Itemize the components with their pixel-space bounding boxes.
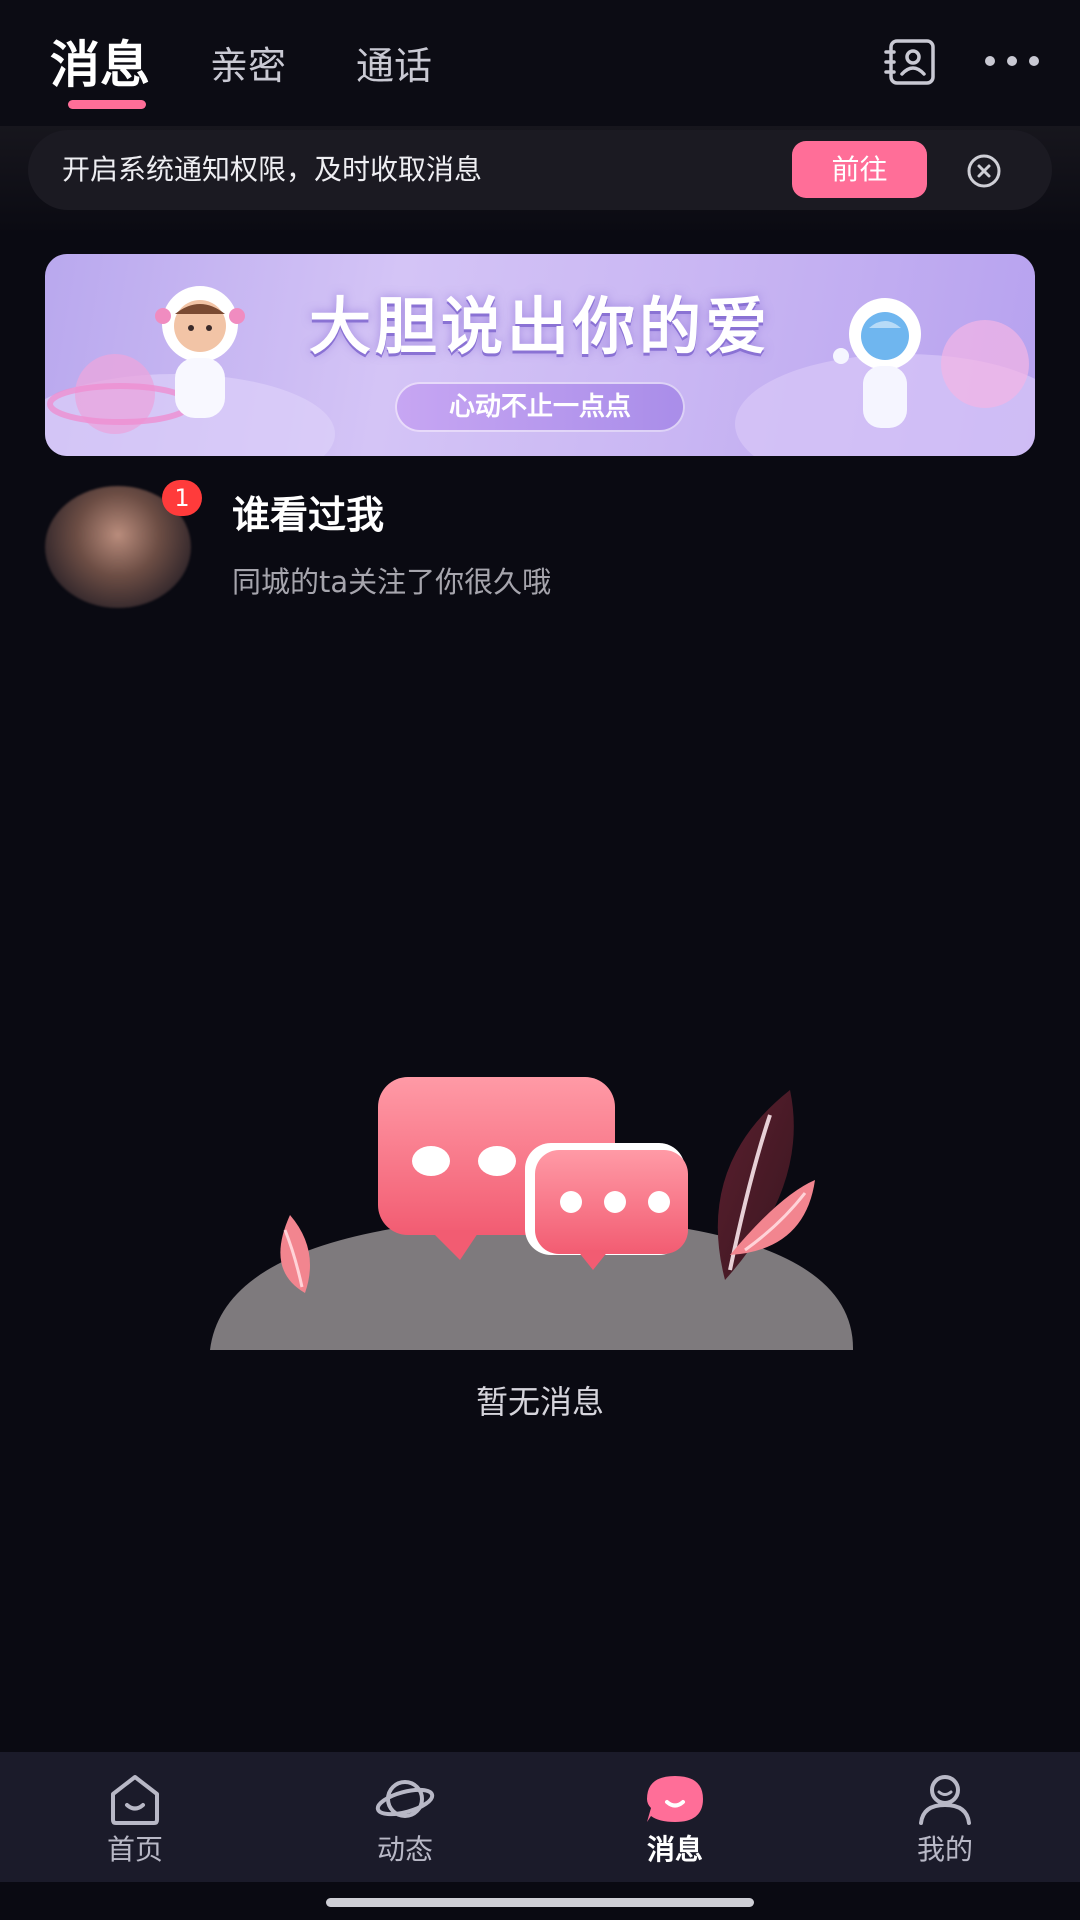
nav-item-messages[interactable]: 消息 xyxy=(575,1752,775,1882)
nav-label-profile: 我的 xyxy=(916,1833,973,1866)
nav-label-moments: 动态 xyxy=(376,1833,433,1866)
chat-bubbles-illustration xyxy=(210,1077,854,1350)
active-tab-indicator xyxy=(68,100,146,109)
nav-item-profile[interactable]: 我的 xyxy=(845,1752,1045,1882)
notification-text: 开启系统通知权限，及时收取消息 xyxy=(62,153,483,186)
promo-banner[interactable]: 大胆说出你的爱 心动不止一点点 xyxy=(45,254,1035,456)
home-indicator[interactable] xyxy=(326,1898,754,1907)
tab-messages[interactable]: 消息 xyxy=(50,30,150,100)
planet-icon xyxy=(375,1780,435,1818)
promo-subtitle: 心动不止一点点 xyxy=(395,382,685,432)
who-viewed-me-item[interactable]: 1 谁看过我 同城的ta关注了你很久哦 xyxy=(0,480,1080,620)
contacts-icon[interactable] xyxy=(884,38,936,86)
more-icon[interactable] xyxy=(984,50,1040,74)
nav-item-home[interactable]: 首页 xyxy=(35,1752,235,1882)
unread-badge: 1 xyxy=(162,480,202,516)
who-viewed-me-title: 谁看过我 xyxy=(232,493,385,537)
nav-item-moments[interactable]: 动态 xyxy=(305,1752,505,1882)
nav-label-home: 首页 xyxy=(106,1833,163,1866)
promo-title: 大胆说出你的爱 xyxy=(308,290,771,363)
go-button[interactable]: 前往 xyxy=(792,141,927,198)
person-icon xyxy=(919,1775,971,1825)
empty-state-text: 暂无消息 xyxy=(475,1383,604,1421)
who-viewed-me-subtitle: 同城的ta关注了你很久哦 xyxy=(232,565,552,599)
close-circle-icon[interactable] xyxy=(966,153,1002,189)
tab-intimate[interactable]: 亲密 xyxy=(210,38,286,94)
home-icon xyxy=(111,1775,159,1825)
tab-calls[interactable]: 通话 xyxy=(356,38,432,94)
nav-label-messages: 消息 xyxy=(646,1833,703,1866)
message-bubble-icon xyxy=(647,1776,703,1822)
